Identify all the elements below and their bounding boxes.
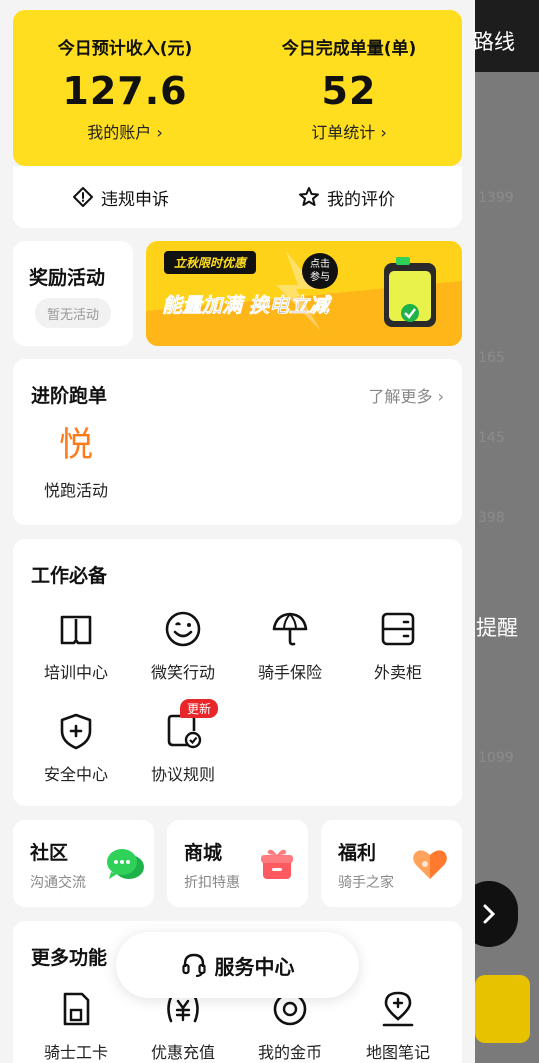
rider-insurance[interactable]: 骑手保险: [235, 609, 345, 683]
rider-card[interactable]: 骑士工卡: [21, 989, 131, 1063]
my-coins[interactable]: 我的金币: [235, 989, 345, 1063]
background-reminder: 提醒: [476, 616, 518, 640]
community-card[interactable]: 社区 沟通交流: [13, 820, 154, 907]
background-title: 路线: [473, 30, 515, 54]
income-stat[interactable]: 今日预计收入(元) 127.6 我的账户 ›: [13, 10, 237, 143]
stats-card: 今日预计收入(元) 127.6 我的账户 › 今日完成单量(单) 52 订单统计…: [13, 10, 462, 166]
banner-badge-line1: 点击: [310, 259, 330, 270]
heart-icon: [413, 850, 447, 879]
gift-icon: [261, 849, 293, 879]
appeal-label: 违规申诉: [101, 189, 169, 210]
locker-label: 外卖柜: [373, 663, 422, 682]
agreement-label: 协议规则: [150, 765, 215, 784]
rating-label: 我的评价: [327, 189, 395, 210]
appeal-icon: [73, 187, 93, 207]
headset-icon: [181, 953, 206, 977]
mall-sub: 折扣特惠: [184, 875, 240, 891]
community-sub: 沟通交流: [30, 875, 86, 891]
orders-link[interactable]: 订单统计 ›: [237, 119, 461, 143]
quick-actions-row: 违规申诉 我的评价: [13, 166, 462, 228]
agreement-rules[interactable]: 协议规则 更新: [128, 699, 238, 785]
background-faint-text: 165: [478, 350, 505, 366]
banner-click-badge[interactable]: 点击 参与: [302, 253, 338, 289]
rider-card-label: 骑士工卡: [43, 1043, 108, 1062]
more-title: 更多功能: [31, 947, 108, 969]
background-faint-text: 1399: [478, 190, 514, 206]
smile-action[interactable]: 微笑行动: [128, 609, 238, 683]
update-badge: 更新: [180, 699, 219, 718]
side-drawer: 今日预计收入(元) 127.6 我的账户 › 今日完成单量(单) 52 订单统计…: [0, 0, 475, 1063]
umbrella-icon: [272, 612, 308, 646]
map-notes[interactable]: 地图笔记: [343, 989, 453, 1063]
discount-topup[interactable]: 优惠充值: [128, 989, 238, 1063]
rating-button[interactable]: 我的评价: [297, 166, 395, 228]
rewards-empty-badge: 暂无活动: [35, 298, 111, 328]
banner-badge-line2: 参与: [310, 272, 330, 283]
background-yellow-button: [475, 975, 530, 1043]
book-icon: [60, 615, 92, 645]
locker-icon: [381, 612, 415, 646]
learn-more-link[interactable]: 了解更多 ›: [369, 383, 445, 407]
coins-label: 我的金币: [257, 1043, 322, 1062]
chat-icon: [107, 849, 144, 879]
star-icon: [299, 187, 319, 206]
safety-center[interactable]: 安全中心: [21, 711, 131, 785]
smile-icon: [165, 611, 201, 647]
yuepao-activity[interactable]: 悦 悦跑活动: [21, 425, 131, 501]
training-label: 培训中心: [43, 663, 108, 682]
essentials-section: 工作必备 培训中心 微笑行动 骑手保险 外卖柜 安全中心 协议规则 更新: [13, 539, 462, 806]
welfare-title: 福利: [338, 842, 377, 864]
essentials-title: 工作必备: [31, 565, 108, 587]
service-center-label: 服务中心: [214, 954, 295, 979]
background-faint-text: 145: [478, 430, 505, 446]
map-pin-icon: [382, 991, 414, 1027]
topup-label: 优惠充值: [150, 1043, 215, 1062]
appeal-button[interactable]: 违规申诉: [71, 166, 169, 228]
advanced-section: 进阶跑单 了解更多 › 悦 悦跑活动: [13, 359, 462, 525]
rewards-card[interactable]: 奖励活动 暂无活动: [13, 241, 133, 346]
orders-label: 今日完成单量(单): [281, 39, 417, 59]
shield-icon: [60, 713, 92, 750]
orders-value: 52: [321, 69, 377, 113]
banner-headline: 能量加满 换电立减: [162, 293, 330, 318]
mall-card[interactable]: 商城 折扣特惠: [167, 820, 308, 907]
insurance-label: 骑手保险: [257, 663, 322, 682]
training-center[interactable]: 培训中心: [21, 609, 131, 683]
rewards-title: 奖励活动: [29, 267, 106, 289]
background-faint-text: 398: [478, 510, 505, 526]
advanced-title: 进阶跑单: [31, 385, 108, 407]
welfare-card[interactable]: 福利 骑手之家: [321, 820, 462, 907]
background-faint-text: 1099: [478, 750, 514, 766]
service-center-button[interactable]: 服务中心: [116, 932, 359, 998]
badge-icon: [63, 992, 90, 1026]
orders-stat[interactable]: 今日完成单量(单) 52 订单统计 ›: [237, 10, 461, 143]
yuepao-icon: 悦: [59, 425, 93, 465]
welfare-sub: 骑手之家: [338, 875, 394, 891]
banner-tag: 立秋限时优惠: [164, 251, 257, 274]
income-value: 127.6: [62, 69, 188, 113]
delivery-locker[interactable]: 外卖柜: [343, 609, 453, 683]
income-label: 今日预计收入(元): [57, 39, 193, 59]
community-title: 社区: [30, 842, 69, 864]
mall-title: 商城: [184, 842, 223, 864]
account-link[interactable]: 我的账户 ›: [13, 119, 237, 143]
smile-label: 微笑行动: [150, 663, 215, 682]
map-notes-label: 地图笔记: [365, 1043, 430, 1062]
yuepao-label: 悦跑活动: [43, 481, 108, 500]
safety-label: 安全中心: [43, 765, 108, 784]
promo-banner[interactable]: 立秋限时优惠 点击 参与 能量加满 换电立减: [146, 241, 462, 346]
